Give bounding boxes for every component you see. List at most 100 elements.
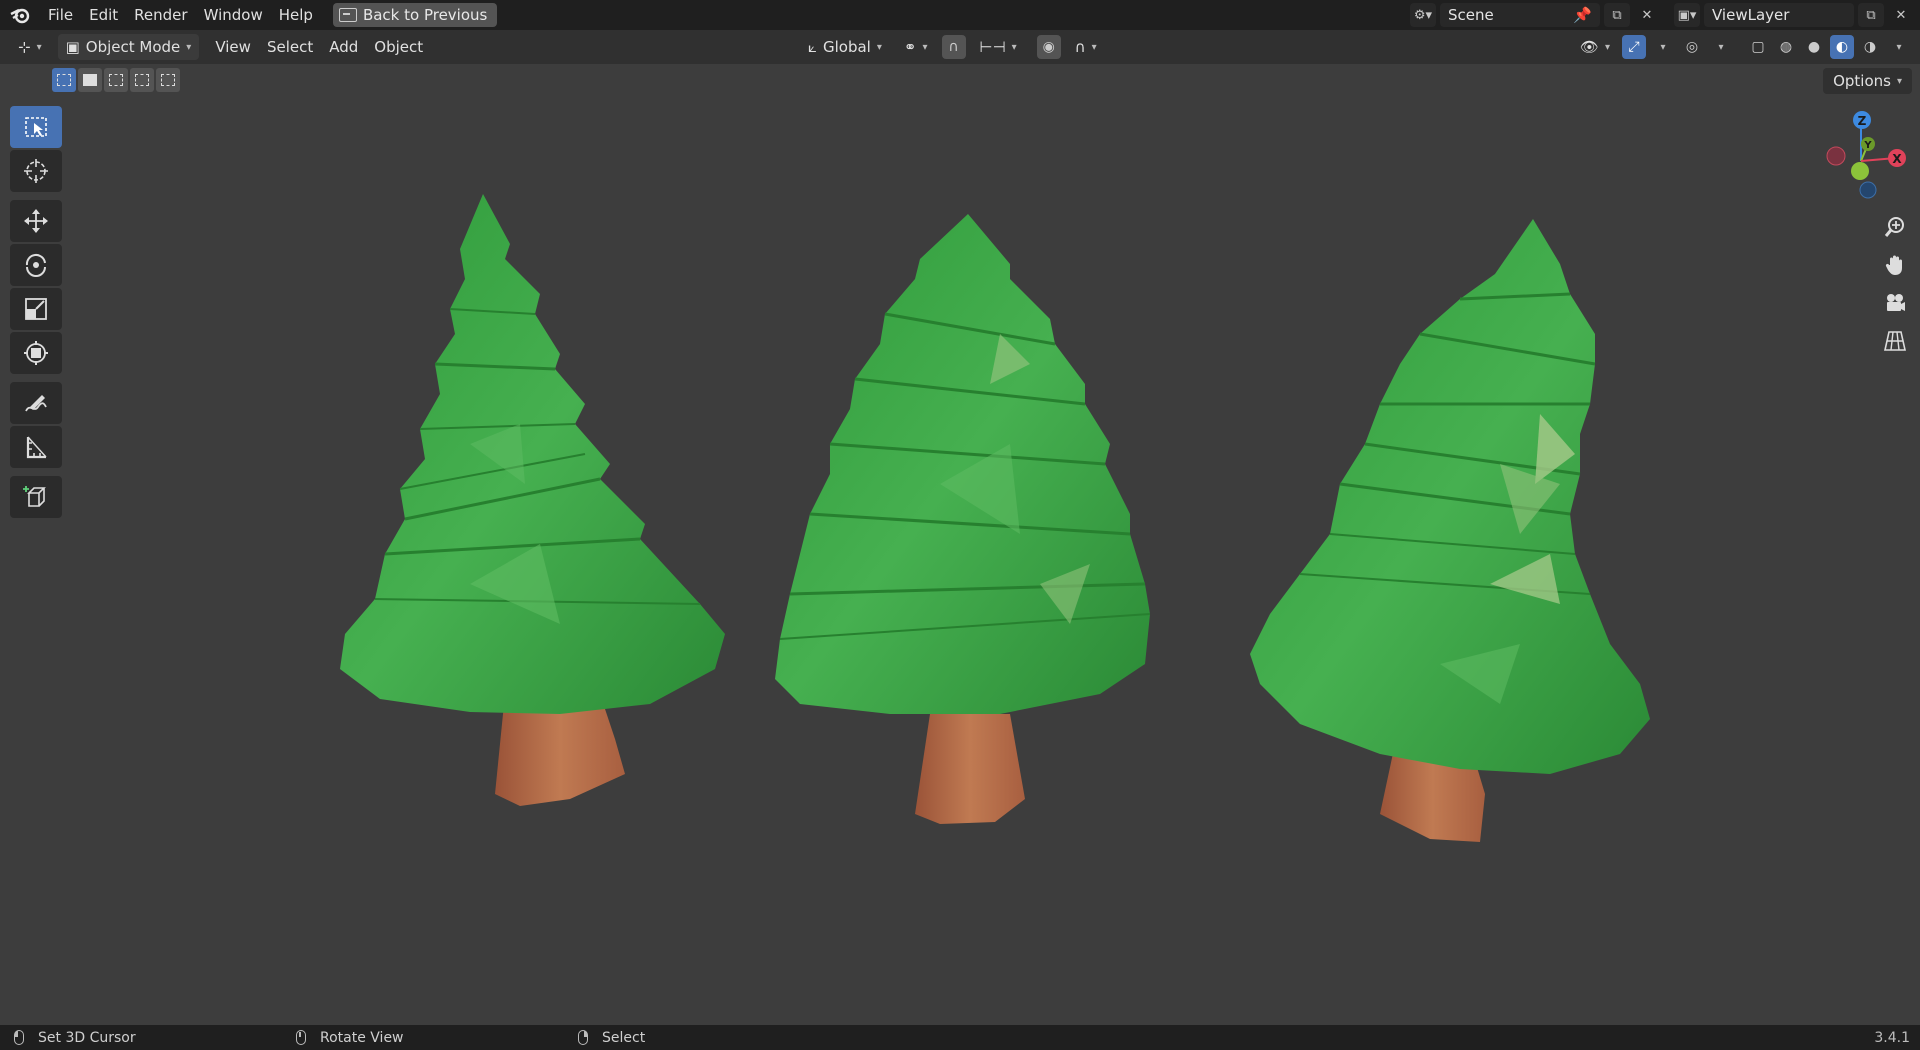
pivot-icon: ⚭	[903, 38, 917, 56]
editor-type-icon: ⊹	[18, 38, 31, 56]
tool-shelf	[10, 106, 62, 520]
pivot-dropdown[interactable]: ⚭ ▾	[896, 34, 936, 60]
tree-left[interactable]	[340, 194, 725, 806]
scene-type-icon[interactable]: ⚙▾	[1410, 3, 1436, 27]
snap-increment-icon: ⊢⊣	[979, 38, 1006, 56]
menu-select[interactable]: Select	[259, 34, 321, 60]
falloff-dropdown[interactable]: ∩ ▾	[1067, 34, 1105, 60]
snap-toggle-icon[interactable]: ∩	[941, 35, 966, 59]
overlay-dropdown[interactable]: ▾	[1708, 35, 1734, 59]
camera-view-icon[interactable]	[1880, 288, 1910, 318]
delete-scene-icon[interactable]: ✕	[1634, 3, 1660, 27]
chevron-down-icon: ▾	[1896, 75, 1902, 87]
chevron-down-icon: ▾	[186, 41, 192, 53]
measure-tool-icon[interactable]	[10, 426, 62, 468]
selection-mode-group	[52, 68, 180, 94]
status-middle-label: Rotate View	[320, 1029, 404, 1046]
gizmo-y-label: Y	[1863, 140, 1872, 151]
version-label: 3.4.1	[1874, 1029, 1910, 1046]
tree-right[interactable]	[1250, 219, 1650, 842]
view-layer-type-icon[interactable]: ▣▾	[1674, 3, 1700, 27]
select-extend-mode-icon[interactable]	[78, 68, 102, 92]
select-box-tool-icon[interactable]	[10, 106, 62, 148]
mouse-left-icon	[14, 1030, 24, 1045]
orientation-icon: ⟀	[808, 38, 817, 56]
gizmo-z-label: Z	[1858, 114, 1867, 128]
scale-tool-icon[interactable]	[10, 288, 62, 330]
menu-help[interactable]: Help	[271, 0, 321, 30]
status-left-click: Set 3D Cursor	[14, 1030, 136, 1046]
status-right-click: Select	[578, 1030, 645, 1046]
viewport-nav-buttons	[1880, 212, 1910, 364]
pin-icon[interactable]: 📌	[1573, 6, 1592, 24]
mouse-right-icon	[578, 1030, 588, 1045]
zoom-icon[interactable]	[1880, 212, 1910, 242]
gizmo-toggle-icon[interactable]: ⤢	[1622, 35, 1646, 59]
mode-label: Object Mode	[85, 38, 181, 56]
gizmo-dropdown[interactable]: ▾	[1650, 35, 1676, 59]
top-bar: File Edit Render Window Help Back to Pre…	[0, 0, 1920, 30]
move-tool-icon[interactable]	[10, 200, 62, 242]
perspective-grid-icon[interactable]	[1880, 326, 1910, 356]
navigation-gizmo[interactable]: Z Y X	[1800, 108, 1920, 208]
annotate-tool-icon[interactable]	[10, 382, 62, 424]
blender-logo-icon[interactable]	[0, 0, 40, 30]
status-bar: Set 3D Cursor Rotate View Select 3.4.1	[0, 1025, 1920, 1050]
orientation-label: Global	[823, 38, 871, 56]
editor-type-button[interactable]: ⊹ ▾	[10, 34, 50, 60]
cursor-tool-icon[interactable]	[10, 150, 62, 192]
menu-window[interactable]: Window	[196, 0, 271, 30]
xray-toggle-icon[interactable]: ▢	[1746, 35, 1770, 59]
options-label: Options	[1833, 72, 1891, 90]
overlay-toggle-icon[interactable]: ◎	[1680, 35, 1704, 59]
status-left-label: Set 3D Cursor	[38, 1029, 136, 1046]
viewport-display-tools: 👁 ▾ ⤢ ▾ ◎ ▾ ▢ ◍ ● ◐ ◑ ▾	[1572, 30, 1912, 64]
wireframe-shading-icon[interactable]: ◍	[1774, 35, 1798, 59]
view-layer-name: ViewLayer	[1712, 6, 1790, 24]
select-intersect-mode-icon[interactable]	[156, 68, 180, 92]
menu-render[interactable]: Render	[126, 0, 195, 30]
scene-trees	[340, 194, 1650, 842]
add-cube-tool-icon[interactable]	[10, 476, 62, 518]
gizmo-neg-y	[1851, 162, 1869, 180]
options-dropdown[interactable]: Options ▾	[1823, 68, 1912, 94]
new-view-layer-icon[interactable]: ⧉	[1858, 3, 1884, 27]
mode-dropdown[interactable]: ▣ Object Mode ▾	[57, 34, 200, 60]
object-mode-icon: ▣	[65, 38, 80, 56]
back-to-previous-button[interactable]: Back to Previous	[332, 3, 498, 27]
snap-target-dropdown[interactable]: ⊢⊣ ▾	[972, 34, 1025, 60]
menu-add[interactable]: Add	[321, 34, 366, 60]
material-preview-shading-icon[interactable]: ◐	[1830, 35, 1854, 59]
pan-hand-icon[interactable]	[1880, 250, 1910, 280]
status-right-label: Select	[602, 1029, 646, 1046]
scene-name: Scene	[1448, 6, 1494, 24]
solid-shading-icon[interactable]: ●	[1802, 35, 1826, 59]
menu-edit[interactable]: Edit	[81, 0, 126, 30]
3d-viewport[interactable]	[0, 64, 1920, 1025]
status-middle-click: Rotate View	[296, 1030, 404, 1046]
rotate-tool-icon[interactable]	[10, 244, 62, 286]
scene-selector-group: ⚙▾ Scene 📌 ⧉ ✕ ▣▾ ViewLayer ⧉ ✕	[1410, 0, 1920, 30]
scene-name-field[interactable]: Scene 📌	[1440, 3, 1600, 27]
shading-dropdown[interactable]: ▾	[1886, 35, 1912, 59]
view-layer-field[interactable]: ViewLayer	[1704, 3, 1854, 27]
proportional-edit-icon[interactable]: ◉	[1036, 35, 1061, 59]
delete-view-layer-icon[interactable]: ✕	[1888, 3, 1914, 27]
orientation-dropdown[interactable]: ⟀ Global ▾	[800, 34, 890, 60]
gizmo-x-label: X	[1892, 152, 1902, 166]
menu-file[interactable]: File	[40, 0, 81, 30]
select-subtract-mode-icon[interactable]	[104, 68, 128, 92]
back-label: Back to Previous	[362, 6, 488, 24]
tree-center[interactable]	[775, 214, 1151, 824]
transform-tool-icon[interactable]	[10, 332, 62, 374]
mouse-middle-icon	[296, 1030, 306, 1045]
new-scene-icon[interactable]: ⧉	[1604, 3, 1630, 27]
select-new-mode-icon[interactable]	[52, 68, 76, 92]
rendered-shading-icon[interactable]: ◑	[1858, 35, 1882, 59]
back-icon	[338, 8, 357, 22]
visibility-dropdown[interactable]: 👁 ▾	[1572, 34, 1618, 60]
menu-object[interactable]: Object	[366, 34, 431, 60]
select-invert-mode-icon[interactable]	[130, 68, 154, 92]
menu-view[interactable]: View	[207, 34, 259, 60]
eye-icon: 👁	[1579, 38, 1599, 56]
